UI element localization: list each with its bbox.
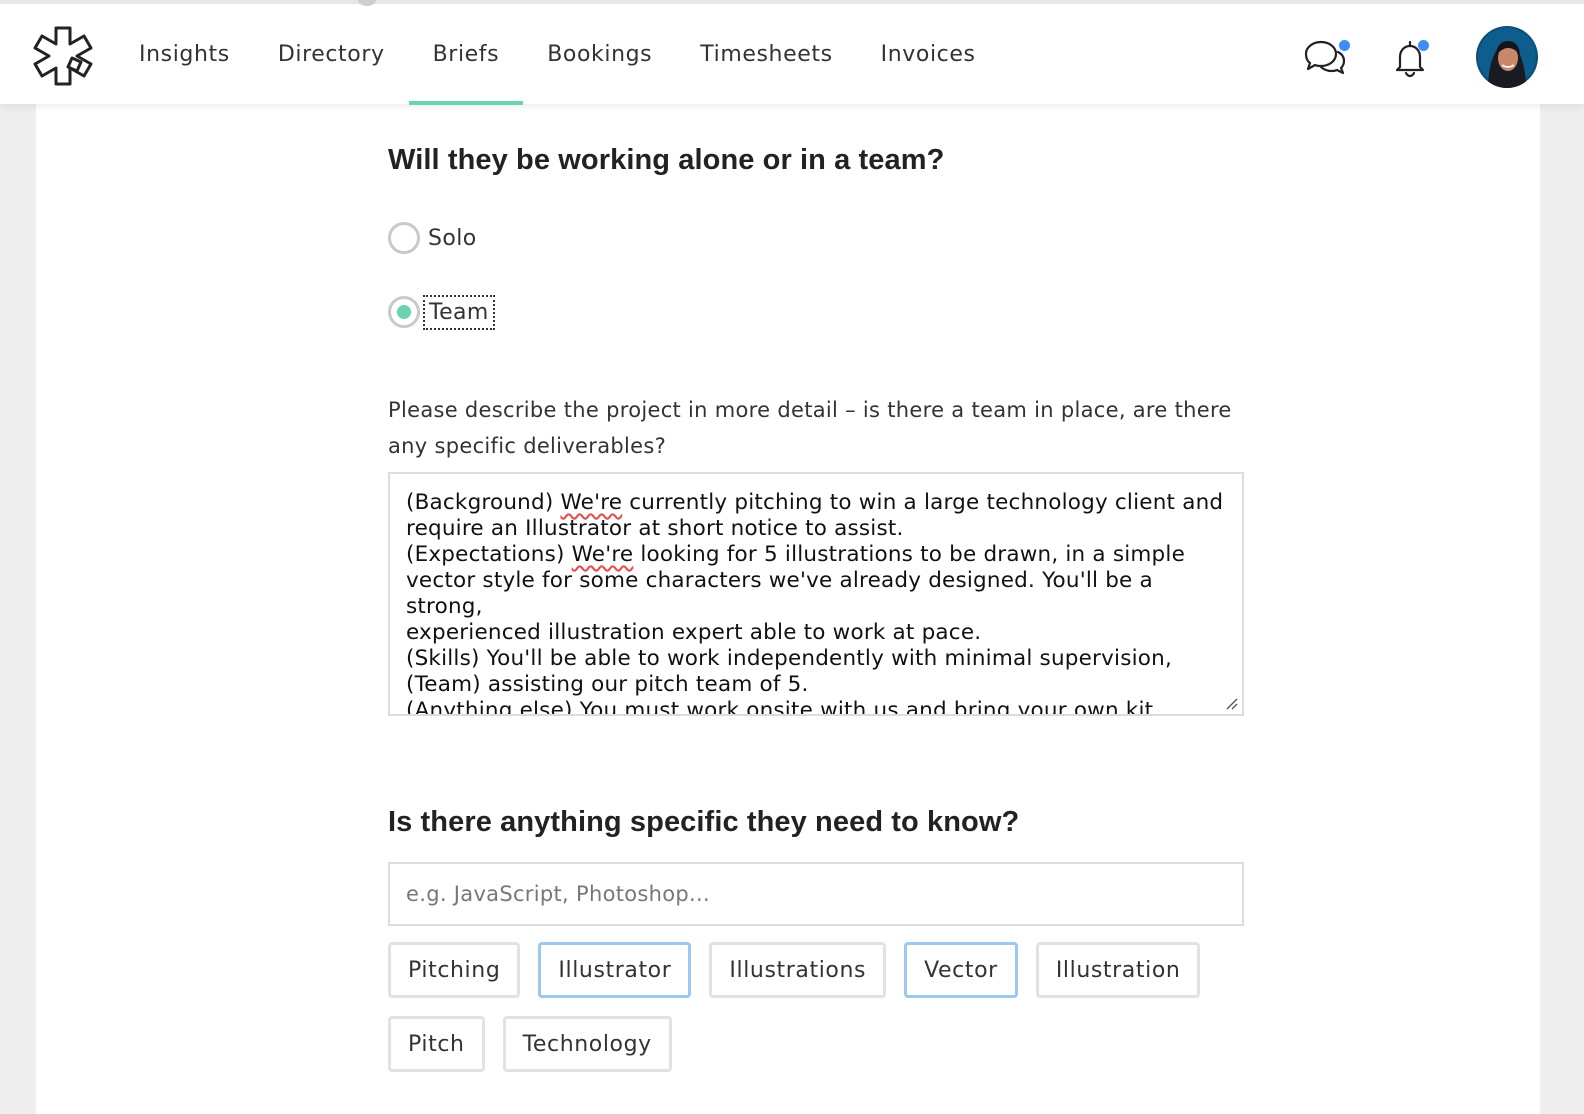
- team-radio[interactable]: [388, 296, 420, 328]
- details-text-line: (Expectations) We're looking for 5 illus…: [406, 542, 1226, 568]
- project-details-textarea[interactable]: (Background) We're currently pitching to…: [388, 472, 1244, 716]
- solo-label: Solo: [428, 225, 477, 251]
- notifications-unread-dot: [1418, 40, 1429, 51]
- team-option[interactable]: Team: [388, 294, 495, 330]
- messages-button[interactable]: [1302, 38, 1352, 78]
- details-text-segment: require an Illustrator at short notice t…: [406, 516, 904, 541]
- top-navigation-bar: Insights Directory Briefs Bookings Timesheet…: [0, 0, 1584, 105]
- solo-radio[interactable]: [388, 222, 420, 254]
- details-text-segment: (Team) assisting our pitch team of 5.: [406, 672, 809, 697]
- details-text-line: (Background) We're currently pitching to…: [406, 490, 1226, 516]
- user-avatar[interactable]: [1476, 26, 1538, 88]
- details-text-line: (Skills) You'll be able to work independ…: [406, 646, 1226, 672]
- details-text-segment: (Skills) You'll be able to work independ…: [406, 646, 1172, 671]
- brand-logo-icon[interactable]: [32, 24, 94, 86]
- messages-unread-dot: [1339, 40, 1350, 51]
- nav-item-bookings[interactable]: Bookings: [523, 4, 676, 104]
- project-details-prompt: Please describe the project in more deta…: [388, 398, 1232, 458]
- user-avatar-photo: [1476, 26, 1538, 88]
- main-nav: Insights Directory Briefs Bookings Timesheet…: [115, 4, 1000, 105]
- team-label: Team: [423, 294, 495, 330]
- team-question-title: Will they be working alone or in a team?: [388, 144, 945, 176]
- details-text-line: require an Illustrator at short notice t…: [406, 516, 1226, 542]
- skills-question-title: Is there anything specific they need to …: [388, 806, 1020, 838]
- resize-grip-icon[interactable]: [1224, 696, 1238, 710]
- details-text-line: (Team) assisting our pitch team of 5.: [406, 672, 1226, 698]
- skill-tag-vector[interactable]: Vector: [904, 942, 1018, 998]
- nav-item-timesheets[interactable]: Timesheets: [676, 4, 856, 104]
- details-text-segment: (Expectations): [406, 542, 572, 567]
- skill-tag-illustrator[interactable]: Illustrator: [538, 942, 692, 998]
- skills-search-input[interactable]: [388, 862, 1244, 926]
- spellcheck-flagged-word: We're: [560, 490, 623, 515]
- details-text-line: experienced illustration expert able to …: [406, 620, 1226, 646]
- details-text-segment: (Anything else) You must work onsite wit…: [406, 698, 1161, 716]
- solo-option[interactable]: Solo: [388, 222, 477, 254]
- notifications-button[interactable]: [1392, 38, 1432, 78]
- nav-item-invoices[interactable]: Invoices: [857, 4, 1000, 104]
- skill-tag-illustration[interactable]: Illustration: [1035, 942, 1201, 998]
- skill-tag-pitching[interactable]: Pitching: [388, 942, 521, 998]
- details-text-line: (Anything else) You must work onsite wit…: [406, 698, 1226, 716]
- details-text-segment: looking for 5 illustrations to be drawn,…: [633, 542, 1185, 567]
- nav-item-insights[interactable]: Insights: [115, 4, 254, 104]
- nav-item-directory[interactable]: Directory: [254, 4, 409, 104]
- details-text-segment: currently pitching to win a large techno…: [622, 490, 1224, 515]
- details-text-segment: (Background): [406, 490, 561, 515]
- skill-tag-technology[interactable]: Technology: [502, 1016, 672, 1072]
- skill-tag-pitch[interactable]: Pitch: [388, 1016, 485, 1072]
- brief-form-card: Will they be working alone or in a team?…: [36, 104, 1540, 1114]
- skill-tag-illustrations[interactable]: Illustrations: [709, 942, 887, 998]
- nav-item-briefs[interactable]: Briefs: [408, 4, 524, 105]
- details-text-segment: experienced illustration expert able to …: [406, 620, 982, 645]
- spellcheck-flagged-word: We're: [571, 542, 634, 567]
- skill-tags: Pitching Illustrator Illustrations Vector Il…: [388, 942, 1248, 1090]
- details-text-line: vector style for some characters we've a…: [406, 568, 1226, 620]
- details-text-segment: vector style for some characters we've a…: [406, 568, 1160, 619]
